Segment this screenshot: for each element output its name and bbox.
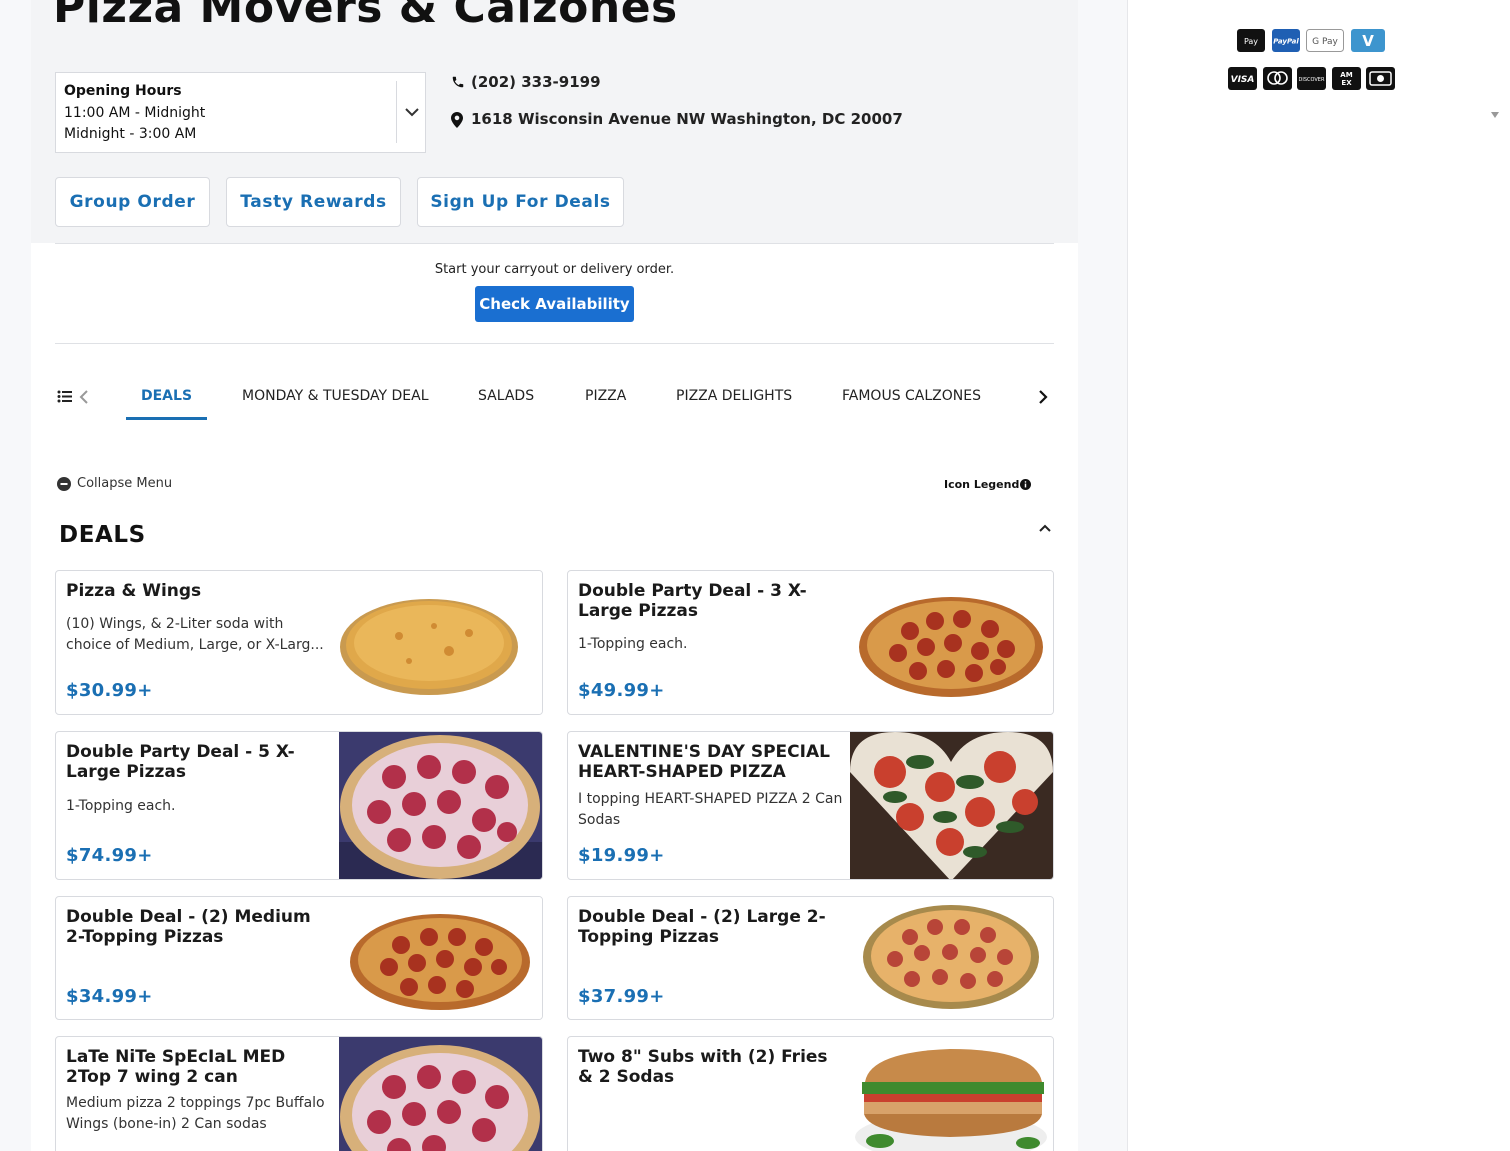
menu-item-card[interactable]: Pizza & Wings (10) Wings, & 2-Liter soda… [55, 570, 543, 715]
category-tab-monday-tuesday[interactable]: MONDAY & TUESDAY DEAL [242, 388, 429, 404]
map-pin-icon [451, 112, 463, 128]
order-prompt-text: Start your carryout or delivery order. [434, 262, 675, 277]
pepperoni-pizza-photo-image [339, 732, 542, 879]
main-column: Pizza Movers & Calzones Opening Hours 11… [31, 0, 1078, 1151]
item-description: (10) Wings, & 2-Liter soda with choice o… [66, 616, 324, 653]
cheese-pizza-image [339, 571, 542, 714]
check-availability-button[interactable]: Check Availability [475, 286, 634, 322]
menu-item-card[interactable]: Two 8" Subs with (2) Fries & 2 Sodas [567, 1036, 1054, 1151]
side-panel: Pay PayPal G Pay V VISA DISCOVER AM EX [1127, 0, 1510, 1151]
icon-legend-button[interactable]: Icon Legend [944, 478, 1031, 491]
category-nav: DEALS MONDAY & TUESDAY DEAL SALADS PIZZA… [55, 375, 1055, 423]
category-tab-famous-calzones[interactable]: FAMOUS CALZONES [842, 388, 981, 404]
tasty-rewards-button[interactable]: Tasty Rewards [226, 177, 401, 227]
discover-icon: DISCOVER [1297, 67, 1326, 94]
item-name: Double Party Deal - 5 X-Large Pizzas [66, 742, 295, 782]
pepperoni-pizza-image [850, 571, 1053, 714]
item-name: Two 8" Subs with (2) Fries & 2 Sodas [578, 1047, 828, 1087]
minus-circle-icon [57, 477, 71, 491]
amex-icon: AM EX [1332, 67, 1361, 94]
item-name: Pizza & Wings [66, 581, 202, 601]
icon-legend-label: Icon Legend [944, 478, 1020, 491]
item-name: Double Deal - (2) Large 2-Topping Pizzas [578, 907, 826, 947]
chevron-down-icon[interactable] [402, 99, 422, 125]
item-name: Double Deal - (2) Medium 2-Topping Pizza… [66, 907, 311, 947]
cash-icon [1366, 67, 1395, 94]
menu-item-card[interactable]: VALENTINE'S DAY SPECIAL HEART-SHAPED PIZ… [567, 731, 1054, 880]
item-price: $74.99+ [66, 845, 153, 866]
chevron-right-icon[interactable] [1038, 389, 1048, 409]
item-price: $34.99+ [66, 986, 153, 1007]
active-tab-indicator [126, 417, 207, 420]
menu-item-card[interactable]: Double Deal - (2) Large 2-Topping Pizzas… [567, 896, 1054, 1020]
paypal-icon: PayPal [1272, 29, 1300, 56]
restaurant-name: Pizza Movers & Calzones [53, 0, 678, 33]
restaurant-header: Pizza Movers & Calzones Opening Hours 11… [31, 0, 1078, 243]
section-title: DEALS [59, 522, 146, 548]
item-price: $49.99+ [578, 680, 665, 701]
menu-item-card[interactable]: Double Party Deal - 3 X-Large Pizzas 1-T… [567, 570, 1054, 715]
category-tab-pizza-delights[interactable]: PIZZA DELIGHTS [676, 388, 792, 404]
opening-hours-dropdown[interactable]: Opening Hours 11:00 AM - Midnight Midnig… [55, 72, 426, 153]
pepperoni-pizza-photo-image [339, 1037, 542, 1151]
svg-text:EX: EX [1341, 79, 1352, 87]
opening-hours-title: Opening Hours [64, 83, 182, 99]
divider [396, 81, 397, 143]
google-pay-icon: G Pay [1306, 29, 1344, 56]
item-description: I topping HEART-SHAPED PIZZA 2 Can Sodas [578, 791, 843, 827]
chevron-up-icon[interactable] [1037, 520, 1053, 540]
divider [55, 243, 1054, 244]
phone-number: (202) 333-9199 [471, 73, 601, 91]
hours-line: 11:00 AM - Midnight [64, 105, 206, 121]
phone-icon [452, 76, 464, 88]
salami-pizza-image [850, 897, 1053, 1019]
menu-item-card[interactable]: Double Deal - (2) Medium 2-Topping Pizza… [55, 896, 543, 1020]
category-tab-salads[interactable]: SALADS [478, 388, 534, 404]
svg-text:V: V [1362, 32, 1374, 50]
menu-item-card[interactable]: Double Party Deal - 5 X-Large Pizzas 1-T… [55, 731, 543, 880]
item-name: VALENTINE'S DAY SPECIAL HEART-SHAPED PIZ… [578, 742, 830, 782]
item-price: $37.99+ [578, 986, 665, 1007]
hours-line: Midnight - 3:00 AM [64, 126, 197, 142]
visa-icon: VISA [1228, 67, 1257, 94]
svg-text:DISCOVER: DISCOVER [1299, 77, 1325, 83]
svg-text:PayPal: PayPal [1273, 38, 1299, 46]
group-order-button[interactable]: Group Order [55, 177, 210, 227]
svg-text:VISA: VISA [1231, 75, 1255, 85]
scroll-down-arrow-icon[interactable] [1490, 105, 1500, 124]
svg-text:Pay: Pay [1244, 37, 1258, 46]
sign-up-deals-button[interactable]: Sign Up For Deals [417, 177, 624, 227]
list-icon[interactable] [57, 389, 72, 408]
svg-text:AM: AM [1340, 71, 1352, 79]
mastercard-icon [1263, 67, 1292, 94]
pepperoni-pizza-image [339, 897, 542, 1019]
info-icon [1020, 479, 1031, 490]
item-name: LaTe NiTe SpEcIaL MED 2Top 7 wing 2 can [66, 1047, 286, 1087]
sub-sandwich-image [850, 1037, 1053, 1151]
item-name: Double Party Deal - 3 X-Large Pizzas [578, 581, 807, 621]
heart-pizza-image [850, 732, 1053, 879]
menu-item-card[interactable]: LaTe NiTe SpEcIaL MED 2Top 7 wing 2 can … [55, 1036, 543, 1151]
item-price: $30.99+ [66, 680, 153, 701]
venmo-icon: V [1351, 29, 1385, 56]
apple-pay-icon: Pay [1237, 29, 1265, 56]
category-tab-deals[interactable]: DEALS [141, 388, 192, 404]
category-tab-pizza[interactable]: PIZZA [585, 388, 626, 404]
chevron-left-icon[interactable] [79, 389, 89, 409]
svg-text:G Pay: G Pay [1312, 37, 1338, 47]
item-description: Medium pizza 2 toppings 7pc Buffalo Wing… [66, 1095, 325, 1131]
collapse-menu-label: Collapse Menu [77, 476, 173, 491]
item-description: 1-Topping each. [66, 798, 176, 814]
address-text: 1618 Wisconsin Avenue NW Washington, DC … [471, 110, 903, 128]
item-description: 1-Topping each. [578, 636, 688, 652]
divider [55, 343, 1054, 344]
item-price: $19.99+ [578, 845, 665, 866]
